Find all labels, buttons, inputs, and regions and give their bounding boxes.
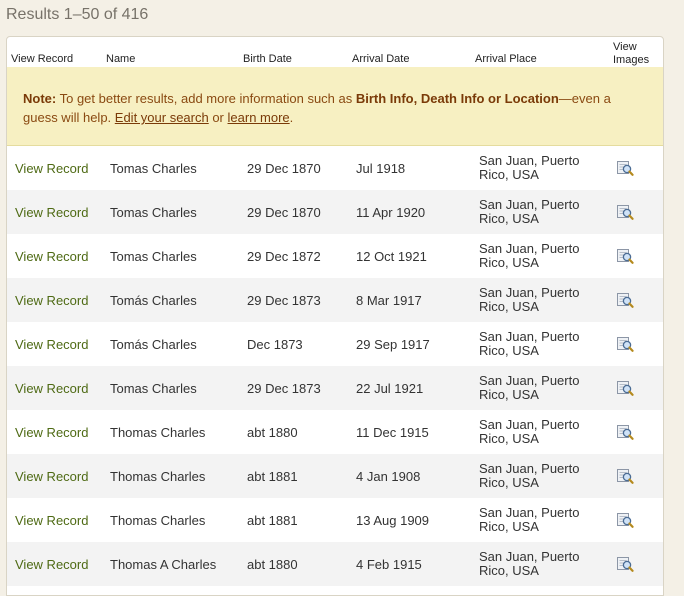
table-row: View Record Tomas Charles 29 Dec 1872 12… [7, 234, 663, 278]
record-arrival-place: San Juan, Puerto Rico, USA [479, 417, 580, 446]
record-arrival-place: San Juan, Puerto Rico, USA [479, 505, 580, 534]
column-header-view-record: View Record [11, 53, 74, 65]
column-header-arrival-date[interactable]: Arrival Date [352, 53, 409, 66]
record-birth-date: abt 1881 [247, 513, 298, 528]
record-arrival-date: 13 Aug 1909 [356, 513, 430, 528]
record-birth-date: 29 Dec 1873 [247, 381, 321, 396]
view-image-icon[interactable] [616, 555, 634, 573]
table-row: View Record Thomas Charles abt 1881 4 Ja… [7, 454, 663, 498]
table-row: View Record Tomás Charles 29 Dec 1873 8 … [7, 278, 663, 322]
view-image-icon[interactable] [616, 335, 634, 353]
record-arrival-date: 12 Oct 1921 [356, 249, 427, 264]
results-rows: View Record Tomas Charles 29 Dec 1870 Ju… [7, 146, 663, 586]
view-image-icon[interactable] [616, 467, 634, 485]
record-arrival-date: 4 Jan 1908 [356, 469, 421, 484]
record-name: Tomas Charles [110, 249, 197, 264]
record-arrival-date: 22 Jul 1921 [356, 381, 424, 396]
view-record-link[interactable]: View Record [15, 205, 88, 220]
note-text-1: To get better results, add more informat… [56, 91, 356, 106]
view-image-icon[interactable] [616, 159, 634, 177]
column-header-view-images-line2: Images [613, 54, 650, 66]
view-record-link[interactable]: View Record [15, 425, 88, 440]
record-arrival-place: San Juan, Puerto Rico, USA [479, 285, 580, 314]
learn-more-link[interactable]: learn more [228, 110, 290, 125]
column-header-view-images: View Images [613, 41, 649, 67]
record-birth-date: 29 Dec 1873 [247, 293, 321, 308]
view-record-link[interactable]: View Record [15, 161, 88, 176]
record-birth-date: 29 Dec 1870 [247, 205, 321, 220]
table-row: View Record Thomas Charles abt 1880 11 D… [7, 410, 663, 454]
record-arrival-place: San Juan, Puerto Rico, USA [479, 153, 580, 182]
record-arrival-place: San Juan, Puerto Rico, USA [479, 549, 580, 578]
record-arrival-place: San Juan, Puerto Rico, USA [479, 373, 580, 402]
note-label: Note: [23, 91, 57, 106]
table-row: View Record Tomas Charles 29 Dec 1870 11… [7, 190, 663, 234]
view-image-icon[interactable] [616, 203, 634, 221]
view-record-link[interactable]: View Record [15, 337, 88, 352]
record-arrival-date: 11 Apr 1920 [356, 205, 426, 220]
view-image-icon[interactable] [616, 379, 634, 397]
record-name: Thomas Charles [110, 425, 206, 440]
record-arrival-place: San Juan, Puerto Rico, USA [479, 241, 580, 270]
view-record-link[interactable]: View Record [15, 293, 88, 308]
record-birth-date: abt 1881 [247, 469, 298, 484]
record-arrival-date: 29 Sep 1917 [356, 337, 430, 352]
table-header: View Record Name Birth Date Arrival Date… [7, 37, 663, 68]
column-header-name[interactable]: Name [106, 53, 135, 66]
record-name: Tomas Charles [110, 381, 197, 396]
table-row: View Record Tomas Charles 29 Dec 1870 Ju… [7, 146, 663, 190]
results-table: View Record Name Birth Date Arrival Date… [6, 36, 664, 596]
record-birth-date: 29 Dec 1872 [247, 249, 321, 264]
note-text-3: or [208, 110, 228, 125]
record-arrival-date: 11 Dec 1915 [356, 425, 429, 440]
record-name: Tomas Charles [110, 205, 197, 220]
record-birth-date: abt 1880 [247, 425, 298, 440]
edit-search-link[interactable]: Edit your search [115, 110, 209, 125]
record-arrival-place: San Juan, Puerto Rico, USA [479, 197, 580, 226]
record-arrival-date: 4 Feb 1915 [356, 557, 422, 572]
view-image-icon[interactable] [616, 511, 634, 529]
table-row: View Record Thomas A Charles abt 1880 4 … [7, 542, 663, 586]
table-row: View Record Tomás Charles Dec 1873 29 Se… [7, 322, 663, 366]
view-record-link[interactable]: View Record [15, 557, 88, 572]
record-birth-date: Dec 1873 [247, 337, 303, 352]
record-birth-date: abt 1880 [247, 557, 298, 572]
view-record-link[interactable]: View Record [15, 381, 88, 396]
table-row: View Record Thomas Charles abt 1881 13 A… [7, 498, 663, 542]
search-tip-note: Note: To get better results, add more in… [7, 67, 663, 146]
view-image-icon[interactable] [616, 247, 634, 265]
column-header-birth-date[interactable]: Birth Date [243, 53, 292, 66]
record-name: Tomás Charles [110, 337, 197, 352]
record-name: Thomas A Charles [110, 557, 217, 572]
record-arrival-date: 8 Mar 1917 [356, 293, 422, 308]
record-arrival-place: San Juan, Puerto Rico, USA [479, 329, 580, 358]
record-birth-date: 29 Dec 1870 [247, 161, 321, 176]
view-record-link[interactable]: View Record [15, 513, 88, 528]
record-arrival-date: Jul 1918 [356, 161, 406, 176]
record-name: Tomas Charles [110, 161, 197, 176]
record-name: Thomas Charles [110, 469, 206, 484]
table-row: View Record Tomas Charles 29 Dec 1873 22… [7, 366, 663, 410]
record-name: Thomas Charles [110, 513, 206, 528]
note-text-4: . [289, 110, 294, 125]
view-record-link[interactable]: View Record [15, 249, 88, 264]
view-image-icon[interactable] [616, 291, 634, 309]
record-arrival-place: San Juan, Puerto Rico, USA [479, 461, 580, 490]
view-record-link[interactable]: View Record [15, 469, 88, 484]
results-count-heading: Results 1–50 of 416 [6, 6, 149, 23]
column-header-view-images-line1: View [613, 41, 637, 53]
column-header-arrival-place[interactable]: Arrival Place [475, 53, 537, 66]
record-name: Tomás Charles [110, 293, 197, 308]
note-bold-fields: Birth Info, Death Info or Location [355, 91, 559, 106]
view-image-icon[interactable] [616, 423, 634, 441]
